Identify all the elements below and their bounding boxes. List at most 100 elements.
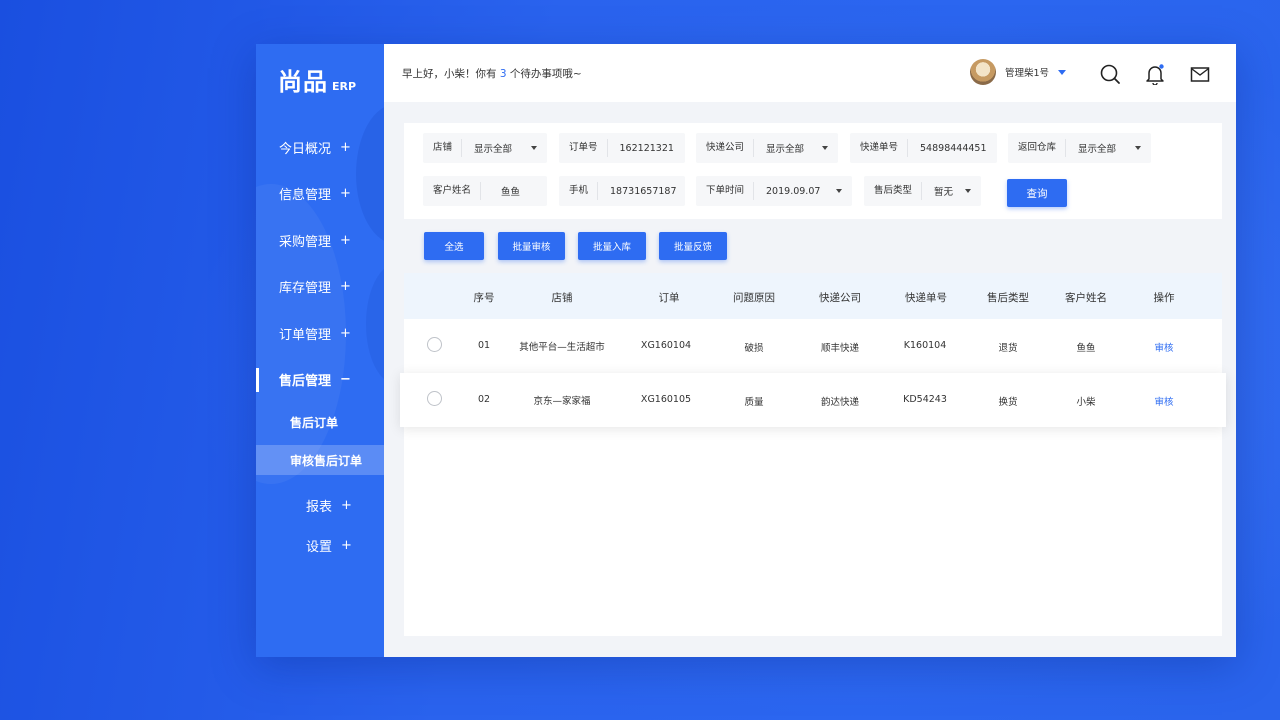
row-select-radio[interactable] — [427, 337, 442, 352]
phone-label: 手机 — [559, 182, 599, 200]
courier-label: 快递公司 — [696, 139, 755, 157]
expand-icon: + — [341, 497, 352, 513]
tracking-no-field[interactable]: 快递单号 54898444451 — [850, 133, 997, 163]
column-header: 序号 — [473, 292, 495, 304]
column-header: 问题原因 — [733, 292, 775, 304]
tracking-no-value: 54898444451 — [920, 142, 987, 154]
sidebar-item-label: 设置 — [306, 539, 333, 555]
sidebar-item-overview[interactable]: 今日概况 + — [256, 124, 384, 171]
cell-type: 换货 — [998, 397, 1018, 408]
select-all-button[interactable]: 全选 — [424, 232, 484, 260]
order-time-value: 2019.09.07 — [766, 185, 821, 197]
column-header: 店铺 — [551, 292, 573, 304]
sidebar-item-reports[interactable]: 报表 + — [256, 485, 384, 525]
submenu-item-review-after-sales[interactable]: 审核售后订单 — [256, 445, 384, 475]
cell-shop: 京东—家家福 — [533, 396, 591, 407]
column-header: 快递公司 — [819, 292, 861, 304]
avatar[interactable] — [970, 59, 996, 85]
sidebar-item-purchase[interactable]: 采购管理 + — [256, 217, 384, 264]
query-button[interactable]: 查询 — [1007, 179, 1067, 207]
after-sales-type-select[interactable]: 售后类型 暂无 — [864, 176, 981, 206]
expand-icon: + — [340, 279, 351, 295]
order-time-label: 下单时间 — [696, 182, 755, 200]
sidebar-menu: 今日概况 + 信息管理 + 采购管理 + 库存管理 + 订单管理 + 售后管理 … — [256, 124, 384, 565]
shop-label: 店铺 — [423, 139, 463, 157]
courier-value: 显示全部 — [766, 144, 805, 155]
topbar: 早上好，小柴！你有 3 个待办事项哦~ 管理柴1号 — [384, 44, 1236, 102]
expand-icon: + — [340, 186, 351, 202]
user-name: 管理柴1号 — [1005, 68, 1050, 79]
expand-icon: + — [340, 232, 351, 248]
batch-stock-in-button[interactable]: 批量入库 — [578, 232, 646, 260]
cell-index: 02 — [477, 394, 491, 405]
shop-value: 显示全部 — [474, 144, 513, 155]
filter-panel: 店铺 显示全部 订单号 162121321 快递公司 显示全部 快递单号 548… — [404, 123, 1222, 219]
sidebar-item-info[interactable]: 信息管理 + — [256, 171, 384, 218]
chevron-down-icon[interactable] — [1058, 69, 1067, 75]
batch-review-button[interactable]: 批量审核 — [498, 232, 565, 260]
column-header: 操作 — [1153, 292, 1175, 304]
warehouse-value: 显示全部 — [1078, 144, 1117, 155]
warehouse-select[interactable]: 返回仓库 显示全部 — [1008, 133, 1151, 163]
main-content: 早上好，小柴！你有 3 个待办事项哦~ 管理柴1号 店铺 显示全部 订单号 16… — [384, 44, 1236, 657]
table-header: 序号 店铺 订单 问题原因 快递公司 快递单号 售后类型 客户姓名 操作 — [404, 273, 1222, 319]
column-header: 售后类型 — [987, 292, 1029, 304]
sidebar-item-label: 采购管理 — [279, 234, 332, 250]
search-icon[interactable] — [1099, 63, 1121, 85]
expand-icon: + — [340, 139, 351, 155]
order-time-picker[interactable]: 下单时间 2019.09.07 — [696, 176, 852, 206]
user-menu[interactable]: 管理柴1号 — [970, 59, 1067, 85]
cell-index: 01 — [477, 340, 491, 351]
erp-window: 尚品 ERP 今日概况 + 信息管理 + 采购管理 + 库存管理 + 订单管理 … — [256, 44, 1236, 657]
warehouse-label: 返回仓库 — [1008, 139, 1067, 157]
sidebar-item-after-sales[interactable]: 售后管理 − — [256, 357, 384, 404]
table-row[interactable]: 01 其他平台—生活超市 XG160104 破损 顺丰快递 K160104 退货… — [404, 319, 1222, 373]
chevron-down-icon — [1135, 146, 1141, 150]
submenu-item-label: 审核售后订单 — [290, 453, 363, 468]
sidebar-item-label: 报表 — [306, 499, 333, 515]
submenu-item-after-sales-orders[interactable]: 售后订单 — [256, 403, 384, 441]
customer-name-value: 鱼鱼 — [501, 187, 521, 198]
chevron-down-icon — [836, 189, 842, 193]
todo-count[interactable]: 3 — [500, 68, 507, 80]
cell-courier: 韵达快递 — [820, 397, 860, 408]
cell-courier: 顺丰快递 — [820, 343, 860, 354]
bell-icon[interactable] — [1144, 63, 1166, 85]
sidebar-item-settings[interactable]: 设置 + — [256, 525, 384, 565]
batch-feedback-button[interactable]: 批量反馈 — [659, 232, 727, 260]
expand-icon: + — [341, 537, 352, 553]
row-select-radio[interactable] — [427, 391, 442, 406]
column-header: 快递单号 — [905, 292, 947, 304]
customer-name-label: 客户姓名 — [423, 182, 482, 200]
chevron-down-icon — [822, 146, 828, 150]
review-link[interactable]: 审核 — [1154, 394, 1173, 408]
customer-name-field[interactable]: 客户姓名 鱼鱼 — [423, 176, 547, 206]
courier-select[interactable]: 快递公司 显示全部 — [696, 133, 838, 163]
logo: 尚品 ERP — [278, 62, 356, 97]
cell-customer: 小柴 — [1076, 397, 1096, 408]
sidebar-item-label: 今日概况 — [279, 141, 332, 157]
logo-suffix: ERP — [332, 80, 357, 93]
phone-value: 18731657187 — [610, 185, 677, 197]
shop-select[interactable]: 店铺 显示全部 — [423, 133, 547, 163]
sidebar-item-label: 信息管理 — [279, 188, 332, 204]
collapse-icon: − — [340, 372, 351, 388]
order-no-field[interactable]: 订单号 162121321 — [559, 133, 685, 163]
mail-icon[interactable] — [1189, 63, 1211, 85]
sidebar-item-label: 库存管理 — [279, 281, 332, 297]
sidebar-item-inventory[interactable]: 库存管理 + — [256, 264, 384, 311]
cell-customer: 鱼鱼 — [1076, 343, 1096, 354]
chevron-down-icon — [531, 146, 537, 150]
submenu-item-label: 售后订单 — [290, 415, 339, 430]
greeting-prefix: 早上好，小柴！你有 — [402, 67, 500, 80]
review-link[interactable]: 审核 — [1154, 340, 1173, 354]
sidebar-item-label: 售后管理 — [279, 374, 332, 390]
cell-type: 退货 — [998, 343, 1018, 354]
cell-tracking-no: K160104 — [903, 340, 947, 351]
table-row[interactable]: 02 京东—家家福 XG160105 质量 韵达快递 KD54243 换货 小柴… — [400, 373, 1226, 427]
after-sales-type-label: 售后类型 — [864, 182, 923, 200]
column-header: 订单 — [658, 292, 680, 304]
tracking-no-label: 快递单号 — [850, 139, 909, 157]
sidebar-item-orders[interactable]: 订单管理 + — [256, 310, 384, 357]
phone-field[interactable]: 手机 18731657187 — [559, 176, 685, 206]
